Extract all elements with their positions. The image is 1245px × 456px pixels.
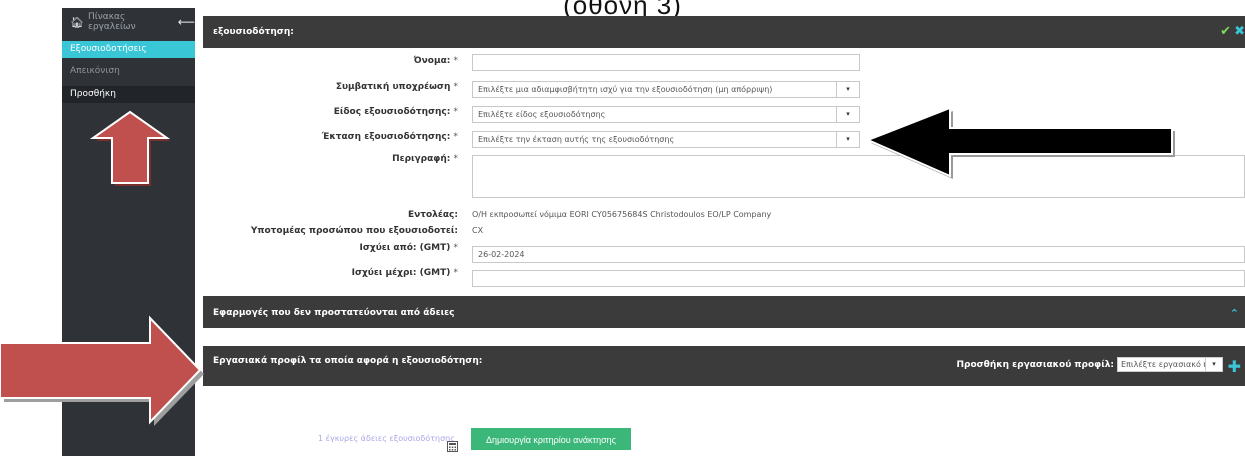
red-right-arrow-annotation <box>0 315 204 426</box>
red-up-arrow-annotation <box>89 110 171 186</box>
black-arrow-annotation <box>865 106 1175 179</box>
annotation-overlay <box>0 106 1175 426</box>
